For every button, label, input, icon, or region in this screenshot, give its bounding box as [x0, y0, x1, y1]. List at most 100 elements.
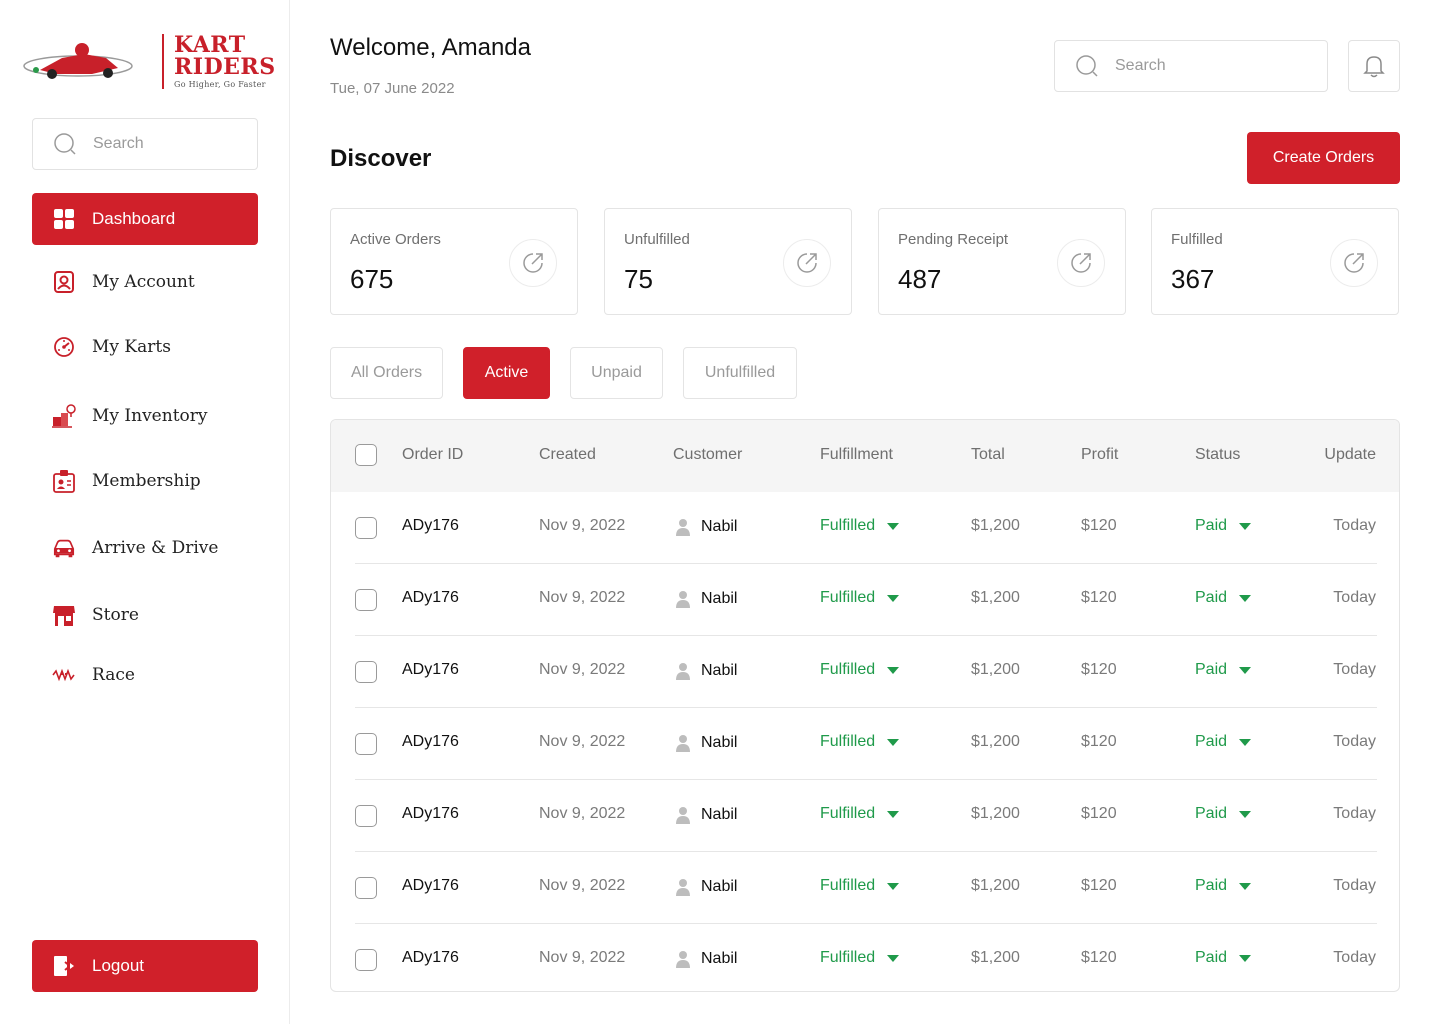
column-header-customer[interactable]: Customer: [673, 446, 742, 464]
sidebar-item-race[interactable]: Race: [32, 649, 258, 701]
stat-label: Unfulfilled: [624, 231, 690, 248]
column-header-total[interactable]: Total: [971, 446, 1005, 464]
sidebar-item-my-karts[interactable]: My Karts: [32, 321, 258, 373]
row-checkbox[interactable]: [355, 949, 377, 971]
fulfillment-dropdown[interactable]: Fulfilled: [820, 661, 900, 679]
fulfillment-dropdown[interactable]: Fulfilled: [820, 877, 900, 895]
total-cell: $1,200: [971, 805, 1020, 822]
brand-wordmark: KART RIDERS Go Higher, Go Faster: [162, 34, 276, 89]
customer-cell: Nabil: [673, 589, 737, 609]
status-dropdown[interactable]: Paid: [1195, 661, 1252, 679]
stat-open-button[interactable]: [1330, 239, 1378, 287]
tab-active[interactable]: Active: [463, 347, 550, 399]
order-id-cell[interactable]: ADy176: [402, 661, 459, 679]
table-row[interactable]: ADy176 Nov 9, 2022 Nabil Fulfilled $1,200 $12…: [331, 492, 1399, 564]
stat-card-pending-receipt: Pending Receipt 487: [878, 208, 1126, 315]
status-dropdown[interactable]: Paid: [1195, 949, 1252, 967]
sidebar-search-input[interactable]: Search: [32, 118, 258, 170]
order-id-cell[interactable]: ADy176: [402, 949, 459, 967]
sidebar-item-my-account[interactable]: My Account: [32, 256, 258, 308]
total-cell: $1,200: [971, 661, 1020, 678]
sidebar-item-membership[interactable]: Membership: [32, 455, 258, 507]
stat-value: 675: [350, 264, 394, 294]
stat-value: 487: [898, 264, 942, 294]
tab-unfulfilled[interactable]: Unfulfilled: [683, 347, 797, 399]
column-header-profit[interactable]: Profit: [1081, 446, 1118, 464]
notifications-button[interactable]: [1348, 40, 1400, 92]
status-dropdown[interactable]: Paid: [1195, 517, 1252, 535]
order-id-cell[interactable]: ADy176: [402, 517, 459, 535]
fulfillment-value: Fulfilled: [820, 949, 876, 966]
fulfillment-value: Fulfilled: [820, 877, 876, 894]
fulfillment-dropdown[interactable]: Fulfilled: [820, 805, 900, 823]
update-cell: Today: [1333, 661, 1376, 678]
row-checkbox[interactable]: [355, 589, 377, 611]
fulfillment-dropdown[interactable]: Fulfilled: [820, 733, 900, 751]
caret-down-icon: [887, 738, 900, 746]
table-row[interactable]: ADy176 Nov 9, 2022 Nabil Fulfilled $1,200 $12…: [331, 708, 1399, 780]
status-dropdown[interactable]: Paid: [1195, 733, 1252, 751]
row-checkbox[interactable]: [355, 661, 377, 683]
caret-down-icon: [887, 594, 900, 602]
column-header-update[interactable]: Update: [1324, 446, 1376, 464]
column-header-status[interactable]: Status: [1195, 446, 1240, 464]
membership-badge-icon: [52, 469, 76, 493]
total-cell: $1,200: [971, 589, 1020, 606]
logout-button[interactable]: Logout: [32, 940, 258, 992]
column-header-order-id[interactable]: Order ID: [402, 446, 463, 464]
caret-down-icon: [1239, 954, 1252, 962]
status-dropdown[interactable]: Paid: [1195, 589, 1252, 607]
sidebar-item-label: My Inventory: [92, 406, 208, 426]
sidebar-item-dashboard[interactable]: Dashboard: [32, 193, 258, 245]
status-value: Paid: [1195, 733, 1228, 750]
row-checkbox[interactable]: [355, 517, 377, 539]
caret-down-icon: [1239, 738, 1252, 746]
sidebar-item-my-inventory[interactable]: My Inventory: [32, 390, 258, 442]
header-search-input[interactable]: Search: [1054, 40, 1328, 92]
update-cell: Today: [1333, 877, 1376, 894]
order-id-cell[interactable]: ADy176: [402, 805, 459, 823]
order-id-cell[interactable]: ADy176: [402, 589, 459, 607]
inventory-icon: [52, 404, 76, 428]
table-row[interactable]: ADy176 Nov 9, 2022 Nabil Fulfilled $1,200 $12…: [331, 564, 1399, 636]
kart-riders-logo[interactable]: KART RIDERS Go Higher, Go Faster: [22, 34, 275, 94]
stat-open-button[interactable]: [1057, 239, 1105, 287]
stat-open-button[interactable]: [509, 239, 557, 287]
table-row[interactable]: ADy176 Nov 9, 2022 Nabil Fulfilled $1,200 $12…: [331, 636, 1399, 708]
fulfillment-dropdown[interactable]: Fulfilled: [820, 517, 900, 535]
user-icon: [676, 663, 690, 680]
brand-tagline: Go Higher, Go Faster: [174, 80, 266, 89]
tab-unpaid[interactable]: Unpaid: [570, 347, 663, 399]
order-id-cell[interactable]: ADy176: [402, 877, 459, 895]
sidebar-item-store[interactable]: Store: [32, 589, 258, 641]
table-row[interactable]: ADy176 Nov 9, 2022 Nabil Fulfilled $1,200 $12…: [331, 924, 1399, 991]
sidebar-item-arrive-drive[interactable]: Arrive & Drive: [32, 522, 258, 574]
total-cell: $1,200: [971, 949, 1020, 966]
create-orders-button[interactable]: Create Orders: [1247, 132, 1400, 184]
account-icon: [52, 270, 76, 294]
fulfillment-value: Fulfilled: [820, 805, 876, 822]
row-checkbox[interactable]: [355, 805, 377, 827]
caret-down-icon: [887, 522, 900, 530]
row-checkbox[interactable]: [355, 877, 377, 899]
column-header-fulfillment[interactable]: Fulfillment: [820, 446, 893, 464]
fulfillment-dropdown[interactable]: Fulfilled: [820, 589, 900, 607]
select-all-checkbox[interactable]: [355, 444, 377, 466]
stat-open-button[interactable]: [783, 239, 831, 287]
column-header-created[interactable]: Created: [539, 446, 596, 464]
row-checkbox[interactable]: [355, 733, 377, 755]
status-dropdown[interactable]: Paid: [1195, 877, 1252, 895]
tab-all-orders[interactable]: All Orders: [330, 347, 443, 399]
race-flag-icon: [52, 663, 76, 687]
profit-cell: $120: [1081, 949, 1117, 966]
order-id-cell[interactable]: ADy176: [402, 733, 459, 751]
logout-label: Logout: [92, 956, 144, 975]
table-row[interactable]: ADy176 Nov 9, 2022 Nabil Fulfilled $1,200 $12…: [331, 852, 1399, 924]
status-dropdown[interactable]: Paid: [1195, 805, 1252, 823]
stat-label: Fulfilled: [1171, 231, 1223, 248]
customer-name: Nabil: [701, 734, 738, 751]
update-cell: Today: [1333, 733, 1376, 750]
table-row[interactable]: ADy176 Nov 9, 2022 Nabil Fulfilled $1,200 $12…: [331, 780, 1399, 852]
fulfillment-dropdown[interactable]: Fulfilled: [820, 949, 900, 967]
current-date: Tue, 07 June 2022: [330, 80, 455, 97]
